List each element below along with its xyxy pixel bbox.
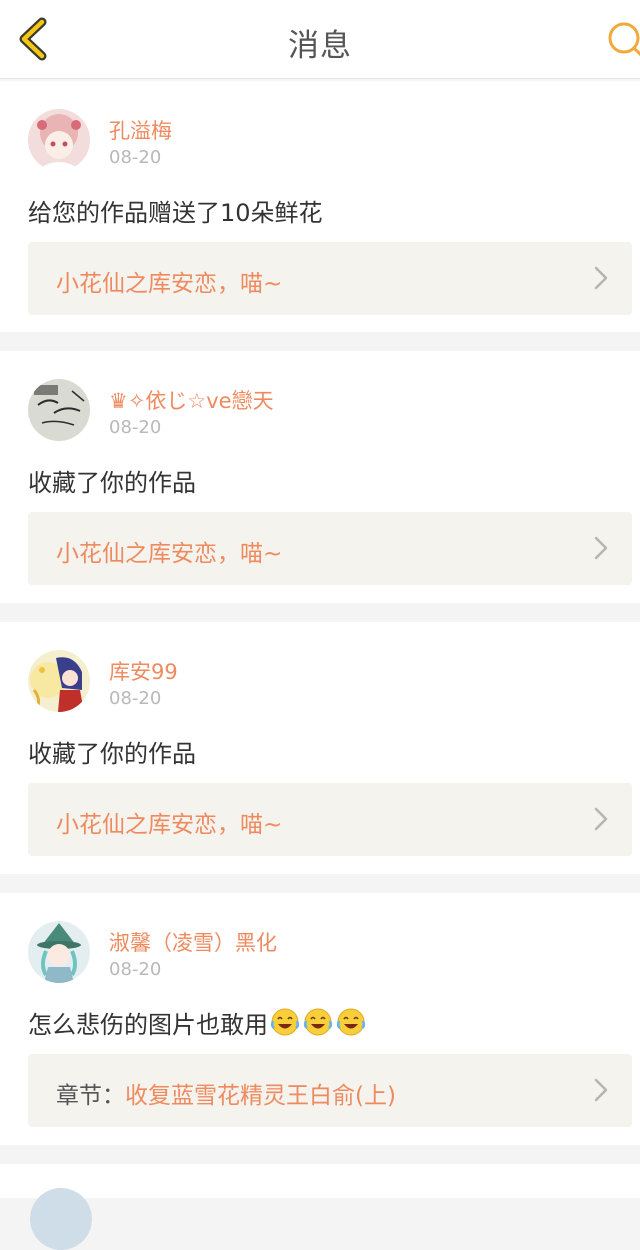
search-icon (608, 22, 640, 57)
message-card: 淑馨（凌雪）黑化 08-20 怎么悲伤的图片也敢用 章节：收复蓝雪花精灵王白俞(… (0, 893, 640, 1145)
username[interactable]: 孔溢梅 (109, 115, 172, 145)
page-title: 消息 (288, 28, 352, 64)
avatar[interactable] (30, 1188, 92, 1250)
chevron-right-icon (594, 266, 608, 290)
avatar[interactable] (28, 650, 90, 712)
search-button[interactable] (600, 16, 640, 62)
chevron-right-icon (594, 536, 608, 560)
laughing-crying-emoji (336, 1008, 366, 1036)
message-card: ♛✧依じ☆ve戀天 08-20 收藏了你的作品 小花仙之库安恋，喵~ (0, 351, 640, 603)
username[interactable]: 淑馨（凌雪）黑化 (109, 927, 277, 957)
message-card: 库安99 08-20 收藏了你的作品 小花仙之库安恋，喵~ (0, 622, 640, 874)
avatar[interactable] (28, 109, 90, 171)
laughing-crying-emoji (303, 1008, 333, 1036)
message-text: 怎么悲伤的图片也敢用 (28, 1005, 369, 1043)
work-title-text: 小花仙之库安恋，喵~ (56, 812, 283, 838)
chevron-right-icon (594, 807, 608, 831)
message-card-partial (0, 1164, 640, 1198)
message-date: 08-20 (109, 147, 162, 168)
username[interactable]: ♛✧依じ☆ve戀天 (109, 385, 274, 415)
work-link[interactable]: 小花仙之库安恋，喵~ (28, 512, 632, 585)
message-date: 08-20 (109, 417, 162, 438)
emoji-row (270, 1007, 369, 1043)
avatar[interactable] (28, 379, 90, 441)
chevron-right-icon (594, 1078, 608, 1102)
work-link[interactable]: 小花仙之库安恋，喵~ (28, 783, 632, 856)
work-title: 小花仙之库安恋，喵~ (56, 805, 282, 839)
work-title-text: 收复蓝雪花精灵王白俞(上) (125, 1083, 396, 1109)
work-title-text: 小花仙之库安恋，喵~ (56, 271, 283, 297)
top-bar: 消息 (0, 0, 640, 79)
work-link[interactable]: 小花仙之库安恋，喵~ (28, 242, 632, 315)
work-prefix: 章节： (56, 1083, 125, 1109)
username[interactable]: 库安99 (109, 656, 178, 686)
message-date: 08-20 (109, 959, 162, 980)
message-text-body: 怎么悲伤的图片也敢用 (28, 1011, 268, 1039)
message-card: 孔溢梅 08-20 给您的作品赠送了10朵鲜花 小花仙之库安恋，喵~ (0, 81, 640, 332)
avatar[interactable] (28, 921, 90, 983)
work-title: 小花仙之库安恋，喵~ (56, 534, 282, 568)
message-text: 收藏了你的作品 (28, 740, 196, 768)
laughing-crying-emoji (270, 1008, 300, 1036)
work-link[interactable]: 章节：收复蓝雪花精灵王白俞(上) (28, 1054, 632, 1127)
work-title-text: 小花仙之库安恋，喵~ (56, 541, 283, 567)
work-title: 章节：收复蓝雪花精灵王白俞(上) (56, 1076, 396, 1110)
message-text: 给您的作品赠送了10朵鲜花 (28, 199, 323, 227)
message-text: 收藏了你的作品 (28, 469, 196, 497)
work-title: 小花仙之库安恋，喵~ (56, 264, 282, 298)
message-date: 08-20 (109, 688, 162, 709)
